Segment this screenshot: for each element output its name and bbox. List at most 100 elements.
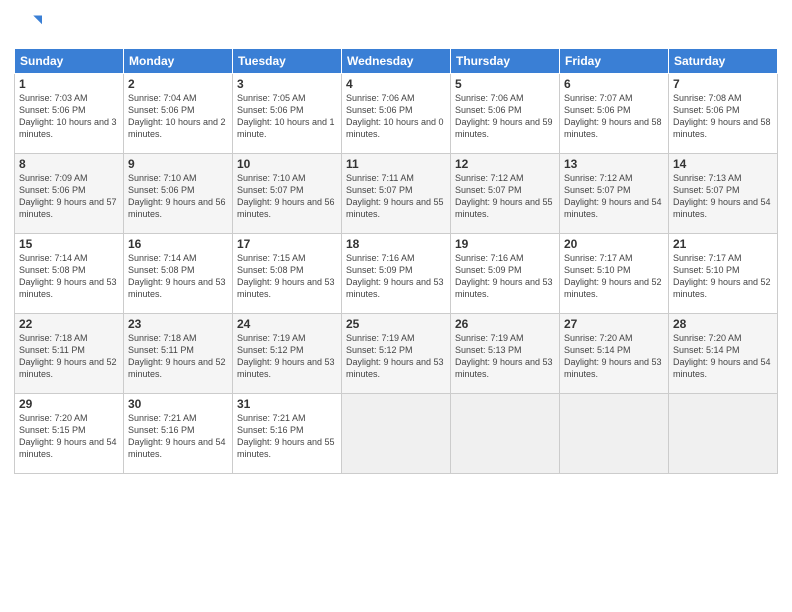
calendar-day-cell	[451, 394, 560, 474]
day-info: Sunrise: 7:10 AMSunset: 5:07 PMDaylight:…	[237, 173, 335, 219]
day-info: Sunrise: 7:20 AMSunset: 5:14 PMDaylight:…	[564, 333, 662, 379]
day-info: Sunrise: 7:06 AMSunset: 5:06 PMDaylight:…	[346, 93, 444, 139]
day-info: Sunrise: 7:12 AMSunset: 5:07 PMDaylight:…	[455, 173, 553, 219]
calendar-day-cell: 15 Sunrise: 7:14 AMSunset: 5:08 PMDaylig…	[15, 234, 124, 314]
calendar-day-cell: 6 Sunrise: 7:07 AMSunset: 5:06 PMDayligh…	[560, 74, 669, 154]
day-number: 23	[128, 317, 228, 331]
day-info: Sunrise: 7:20 AMSunset: 5:14 PMDaylight:…	[673, 333, 771, 379]
day-number: 3	[237, 77, 337, 91]
day-number: 5	[455, 77, 555, 91]
day-info: Sunrise: 7:12 AMSunset: 5:07 PMDaylight:…	[564, 173, 662, 219]
day-number: 9	[128, 157, 228, 171]
calendar-day-cell	[560, 394, 669, 474]
day-info: Sunrise: 7:03 AMSunset: 5:06 PMDaylight:…	[19, 93, 117, 139]
day-info: Sunrise: 7:14 AMSunset: 5:08 PMDaylight:…	[19, 253, 117, 299]
calendar-day-cell: 8 Sunrise: 7:09 AMSunset: 5:06 PMDayligh…	[15, 154, 124, 234]
calendar-day-cell: 22 Sunrise: 7:18 AMSunset: 5:11 PMDaylig…	[15, 314, 124, 394]
day-number: 10	[237, 157, 337, 171]
day-info: Sunrise: 7:16 AMSunset: 5:09 PMDaylight:…	[455, 253, 553, 299]
day-of-week-header: Thursday	[451, 49, 560, 74]
day-info: Sunrise: 7:19 AMSunset: 5:13 PMDaylight:…	[455, 333, 553, 379]
day-number: 22	[19, 317, 119, 331]
day-info: Sunrise: 7:17 AMSunset: 5:10 PMDaylight:…	[564, 253, 662, 299]
calendar-day-cell: 7 Sunrise: 7:08 AMSunset: 5:06 PMDayligh…	[669, 74, 778, 154]
logo-icon	[14, 12, 42, 40]
day-info: Sunrise: 7:16 AMSunset: 5:09 PMDaylight:…	[346, 253, 444, 299]
day-of-week-header: Saturday	[669, 49, 778, 74]
day-number: 20	[564, 237, 664, 251]
calendar-table: SundayMondayTuesdayWednesdayThursdayFrid…	[14, 48, 778, 474]
calendar-day-cell: 20 Sunrise: 7:17 AMSunset: 5:10 PMDaylig…	[560, 234, 669, 314]
day-number: 26	[455, 317, 555, 331]
day-info: Sunrise: 7:19 AMSunset: 5:12 PMDaylight:…	[346, 333, 444, 379]
day-number: 4	[346, 77, 446, 91]
calendar-day-cell: 5 Sunrise: 7:06 AMSunset: 5:06 PMDayligh…	[451, 74, 560, 154]
calendar-day-cell: 10 Sunrise: 7:10 AMSunset: 5:07 PMDaylig…	[233, 154, 342, 234]
day-info: Sunrise: 7:21 AMSunset: 5:16 PMDaylight:…	[128, 413, 226, 459]
calendar-week-row: 8 Sunrise: 7:09 AMSunset: 5:06 PMDayligh…	[15, 154, 778, 234]
day-info: Sunrise: 7:18 AMSunset: 5:11 PMDaylight:…	[128, 333, 226, 379]
day-number: 28	[673, 317, 773, 331]
day-number: 25	[346, 317, 446, 331]
day-number: 1	[19, 77, 119, 91]
day-of-week-header: Tuesday	[233, 49, 342, 74]
day-number: 19	[455, 237, 555, 251]
day-number: 11	[346, 157, 446, 171]
day-info: Sunrise: 7:21 AMSunset: 5:16 PMDaylight:…	[237, 413, 335, 459]
day-number: 30	[128, 397, 228, 411]
day-number: 13	[564, 157, 664, 171]
calendar-day-cell: 28 Sunrise: 7:20 AMSunset: 5:14 PMDaylig…	[669, 314, 778, 394]
day-info: Sunrise: 7:04 AMSunset: 5:06 PMDaylight:…	[128, 93, 226, 139]
day-number: 24	[237, 317, 337, 331]
calendar-week-row: 15 Sunrise: 7:14 AMSunset: 5:08 PMDaylig…	[15, 234, 778, 314]
day-info: Sunrise: 7:20 AMSunset: 5:15 PMDaylight:…	[19, 413, 117, 459]
day-number: 21	[673, 237, 773, 251]
day-number: 7	[673, 77, 773, 91]
calendar-header-row: SundayMondayTuesdayWednesdayThursdayFrid…	[15, 49, 778, 74]
calendar-week-row: 22 Sunrise: 7:18 AMSunset: 5:11 PMDaylig…	[15, 314, 778, 394]
calendar-day-cell: 19 Sunrise: 7:16 AMSunset: 5:09 PMDaylig…	[451, 234, 560, 314]
calendar-day-cell: 27 Sunrise: 7:20 AMSunset: 5:14 PMDaylig…	[560, 314, 669, 394]
calendar-body: 1 Sunrise: 7:03 AMSunset: 5:06 PMDayligh…	[15, 74, 778, 474]
day-of-week-header: Friday	[560, 49, 669, 74]
calendar-day-cell: 31 Sunrise: 7:21 AMSunset: 5:16 PMDaylig…	[233, 394, 342, 474]
day-number: 2	[128, 77, 228, 91]
calendar-day-cell: 25 Sunrise: 7:19 AMSunset: 5:12 PMDaylig…	[342, 314, 451, 394]
calendar-day-cell: 1 Sunrise: 7:03 AMSunset: 5:06 PMDayligh…	[15, 74, 124, 154]
calendar-day-cell: 12 Sunrise: 7:12 AMSunset: 5:07 PMDaylig…	[451, 154, 560, 234]
day-info: Sunrise: 7:10 AMSunset: 5:06 PMDaylight:…	[128, 173, 226, 219]
day-number: 12	[455, 157, 555, 171]
calendar-day-cell: 9 Sunrise: 7:10 AMSunset: 5:06 PMDayligh…	[124, 154, 233, 234]
day-info: Sunrise: 7:07 AMSunset: 5:06 PMDaylight:…	[564, 93, 662, 139]
day-info: Sunrise: 7:05 AMSunset: 5:06 PMDaylight:…	[237, 93, 335, 139]
logo	[14, 12, 46, 40]
day-number: 15	[19, 237, 119, 251]
calendar-day-cell	[669, 394, 778, 474]
day-info: Sunrise: 7:14 AMSunset: 5:08 PMDaylight:…	[128, 253, 226, 299]
day-info: Sunrise: 7:08 AMSunset: 5:06 PMDaylight:…	[673, 93, 771, 139]
calendar-day-cell: 3 Sunrise: 7:05 AMSunset: 5:06 PMDayligh…	[233, 74, 342, 154]
day-info: Sunrise: 7:09 AMSunset: 5:06 PMDaylight:…	[19, 173, 117, 219]
day-number: 31	[237, 397, 337, 411]
calendar-day-cell: 13 Sunrise: 7:12 AMSunset: 5:07 PMDaylig…	[560, 154, 669, 234]
calendar-day-cell: 23 Sunrise: 7:18 AMSunset: 5:11 PMDaylig…	[124, 314, 233, 394]
day-info: Sunrise: 7:13 AMSunset: 5:07 PMDaylight:…	[673, 173, 771, 219]
day-of-week-header: Wednesday	[342, 49, 451, 74]
day-of-week-header: Sunday	[15, 49, 124, 74]
calendar-day-cell: 4 Sunrise: 7:06 AMSunset: 5:06 PMDayligh…	[342, 74, 451, 154]
day-info: Sunrise: 7:17 AMSunset: 5:10 PMDaylight:…	[673, 253, 771, 299]
day-of-week-header: Monday	[124, 49, 233, 74]
calendar-day-cell: 26 Sunrise: 7:19 AMSunset: 5:13 PMDaylig…	[451, 314, 560, 394]
day-info: Sunrise: 7:11 AMSunset: 5:07 PMDaylight:…	[346, 173, 444, 219]
day-number: 17	[237, 237, 337, 251]
calendar-day-cell: 17 Sunrise: 7:15 AMSunset: 5:08 PMDaylig…	[233, 234, 342, 314]
calendar-day-cell: 29 Sunrise: 7:20 AMSunset: 5:15 PMDaylig…	[15, 394, 124, 474]
day-number: 14	[673, 157, 773, 171]
calendar-day-cell	[342, 394, 451, 474]
day-number: 8	[19, 157, 119, 171]
day-number: 27	[564, 317, 664, 331]
day-info: Sunrise: 7:19 AMSunset: 5:12 PMDaylight:…	[237, 333, 335, 379]
calendar-day-cell: 16 Sunrise: 7:14 AMSunset: 5:08 PMDaylig…	[124, 234, 233, 314]
calendar-day-cell: 30 Sunrise: 7:21 AMSunset: 5:16 PMDaylig…	[124, 394, 233, 474]
calendar-day-cell: 11 Sunrise: 7:11 AMSunset: 5:07 PMDaylig…	[342, 154, 451, 234]
